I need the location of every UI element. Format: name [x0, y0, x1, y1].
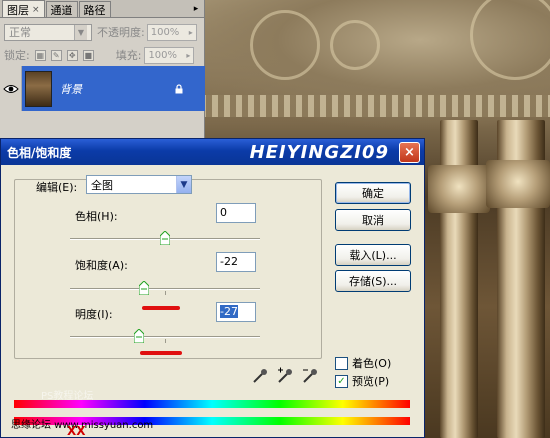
lightness-center-tick — [165, 339, 166, 343]
fill-label: 填充: — [115, 49, 142, 62]
edit-select[interactable]: 全图 ▼ — [86, 175, 192, 194]
preview-box[interactable]: ✓ — [335, 374, 348, 388]
hue-value: 0 — [220, 206, 227, 219]
dialog-titlebar[interactable]: 色相/饱和度 HEIYINGZI09 × — [1, 139, 424, 165]
arrow-right-icon: ▸ — [186, 50, 191, 60]
ok-button[interactable]: 确定 — [335, 182, 411, 204]
load-button[interactable]: 载入(L)... — [335, 244, 411, 266]
opacity-value: 100% — [150, 26, 180, 38]
preview-checkbox[interactable]: ✓ 预览(P) — [335, 373, 389, 389]
arch-cornice — [200, 95, 550, 117]
tab-channels[interactable]: 通道 — [45, 1, 78, 17]
eyedropper-minus-icon[interactable] — [301, 367, 319, 385]
saturation-input[interactable]: -22 — [216, 252, 256, 272]
colorize-label: 着色(O) — [352, 357, 392, 370]
colorize-checkbox[interactable]: 着色(O) — [335, 355, 391, 371]
lock-icon — [175, 83, 183, 93]
close-icon[interactable]: × — [32, 5, 40, 15]
colorize-box[interactable] — [335, 356, 348, 370]
edit-value: 全图 — [91, 178, 113, 192]
save-button[interactable]: 存储(S)... — [335, 270, 411, 292]
opacity-field[interactable]: 100% ▸ — [146, 23, 197, 41]
blend-row: 正常 ▼ 不透明度: 100% ▸ — [0, 21, 205, 43]
ceiling-ornament — [470, 0, 550, 80]
tab-layers[interactable]: 图层 × — [2, 0, 45, 17]
lock-all-icon[interactable]: ■ — [82, 49, 94, 61]
ceiling-ornament — [250, 10, 320, 80]
hue-input[interactable]: 0 — [216, 203, 256, 223]
layers-panel: 图层 × 通道 路径 ▸ 正常 ▼ 不透明度: 100% ▸ 锁定: ▦ ✎ ✥… — [0, 0, 205, 138]
hue-label: 色相(H): — [75, 210, 118, 223]
saturation-label: 饱和度(A): — [75, 259, 128, 272]
cancel-label: 取消 — [362, 214, 384, 227]
panel-menu-icon[interactable]: ▸ — [191, 4, 201, 14]
red-marks: XX — [67, 424, 86, 438]
lock-row: 锁定: ▦ ✎ ✥ ■ 填充: 100% ▸ — [0, 44, 205, 66]
arrow-right-icon: ▸ — [188, 27, 193, 37]
watermark-text: HEIYINGZI09 — [249, 141, 389, 163]
lightness-value: -27 — [220, 305, 238, 318]
column-capital — [428, 165, 490, 213]
ceiling-ornament — [330, 20, 380, 70]
lock-transparency-icon[interactable]: ▦ — [34, 49, 46, 61]
panel-tabs: 图层 × 通道 路径 ▸ — [0, 0, 204, 18]
column-capital — [486, 160, 550, 208]
saturation-slider-track[interactable] — [70, 288, 260, 290]
layer-row-background[interactable]: 背景 — [0, 66, 205, 111]
cancel-button[interactable]: 取消 — [335, 209, 411, 231]
preview-label: 预览(P) — [352, 375, 390, 388]
dialog-title: 色相/饱和度 — [7, 145, 72, 160]
hue-saturation-dialog: 色相/饱和度 HEIYINGZI09 × 编辑(E): 全图 ▼ 色相(H): … — [0, 138, 425, 438]
saturation-slider-thumb[interactable] — [139, 281, 150, 295]
lock-move-icon[interactable]: ✥ — [66, 49, 78, 61]
lock-label: 锁定: — [4, 49, 30, 62]
eye-icon — [2, 84, 19, 93]
fill-field[interactable]: 100% ▸ — [144, 46, 195, 64]
blend-mode-value: 正常 — [9, 26, 31, 39]
saturation-center-tick — [165, 291, 166, 295]
visibility-toggle[interactable] — [0, 66, 22, 111]
tab-label: 通道 — [50, 4, 73, 17]
edit-label: 编辑(E): — [36, 181, 78, 194]
layer-name: 背景 — [60, 82, 82, 96]
tab-paths[interactable]: 路径 — [78, 1, 111, 17]
chevron-down-icon: ▼ — [74, 24, 87, 40]
close-icon: × — [404, 144, 415, 160]
save-label: 存储(S)... — [348, 275, 398, 288]
hue-slider-thumb[interactable] — [160, 231, 170, 245]
eyedropper-plus-icon[interactable] — [276, 367, 294, 385]
layer-thumbnail — [25, 70, 52, 107]
lightness-slider-thumb[interactable] — [134, 329, 145, 343]
adjustment-group — [14, 179, 322, 359]
lock-brush-icon[interactable]: ✎ — [50, 49, 62, 61]
lightness-slider-track[interactable] — [70, 336, 260, 338]
saturation-value: -22 — [220, 255, 238, 268]
lightness-label: 明度(I): — [75, 308, 113, 321]
annotation-underline — [142, 306, 180, 310]
annotation-underline — [140, 351, 182, 355]
chevron-down-icon: ▼ — [176, 176, 191, 193]
faint-watermark: PS教程论坛 — [41, 391, 94, 402]
load-label: 载入(L)... — [349, 249, 397, 262]
ok-label: 确定 — [362, 187, 384, 200]
tab-label: 图层 — [7, 3, 29, 17]
eyedropper-icon[interactable] — [251, 367, 269, 385]
close-button[interactable]: × — [399, 141, 420, 163]
layer-item[interactable]: 背景 — [22, 66, 205, 111]
tab-label: 路径 — [83, 4, 106, 17]
lightness-input[interactable]: -27 — [216, 302, 256, 322]
blend-mode-select[interactable]: 正常 ▼ — [4, 23, 92, 41]
opacity-label: 不透明度: — [97, 26, 145, 39]
fill-value: 100% — [148, 49, 178, 61]
